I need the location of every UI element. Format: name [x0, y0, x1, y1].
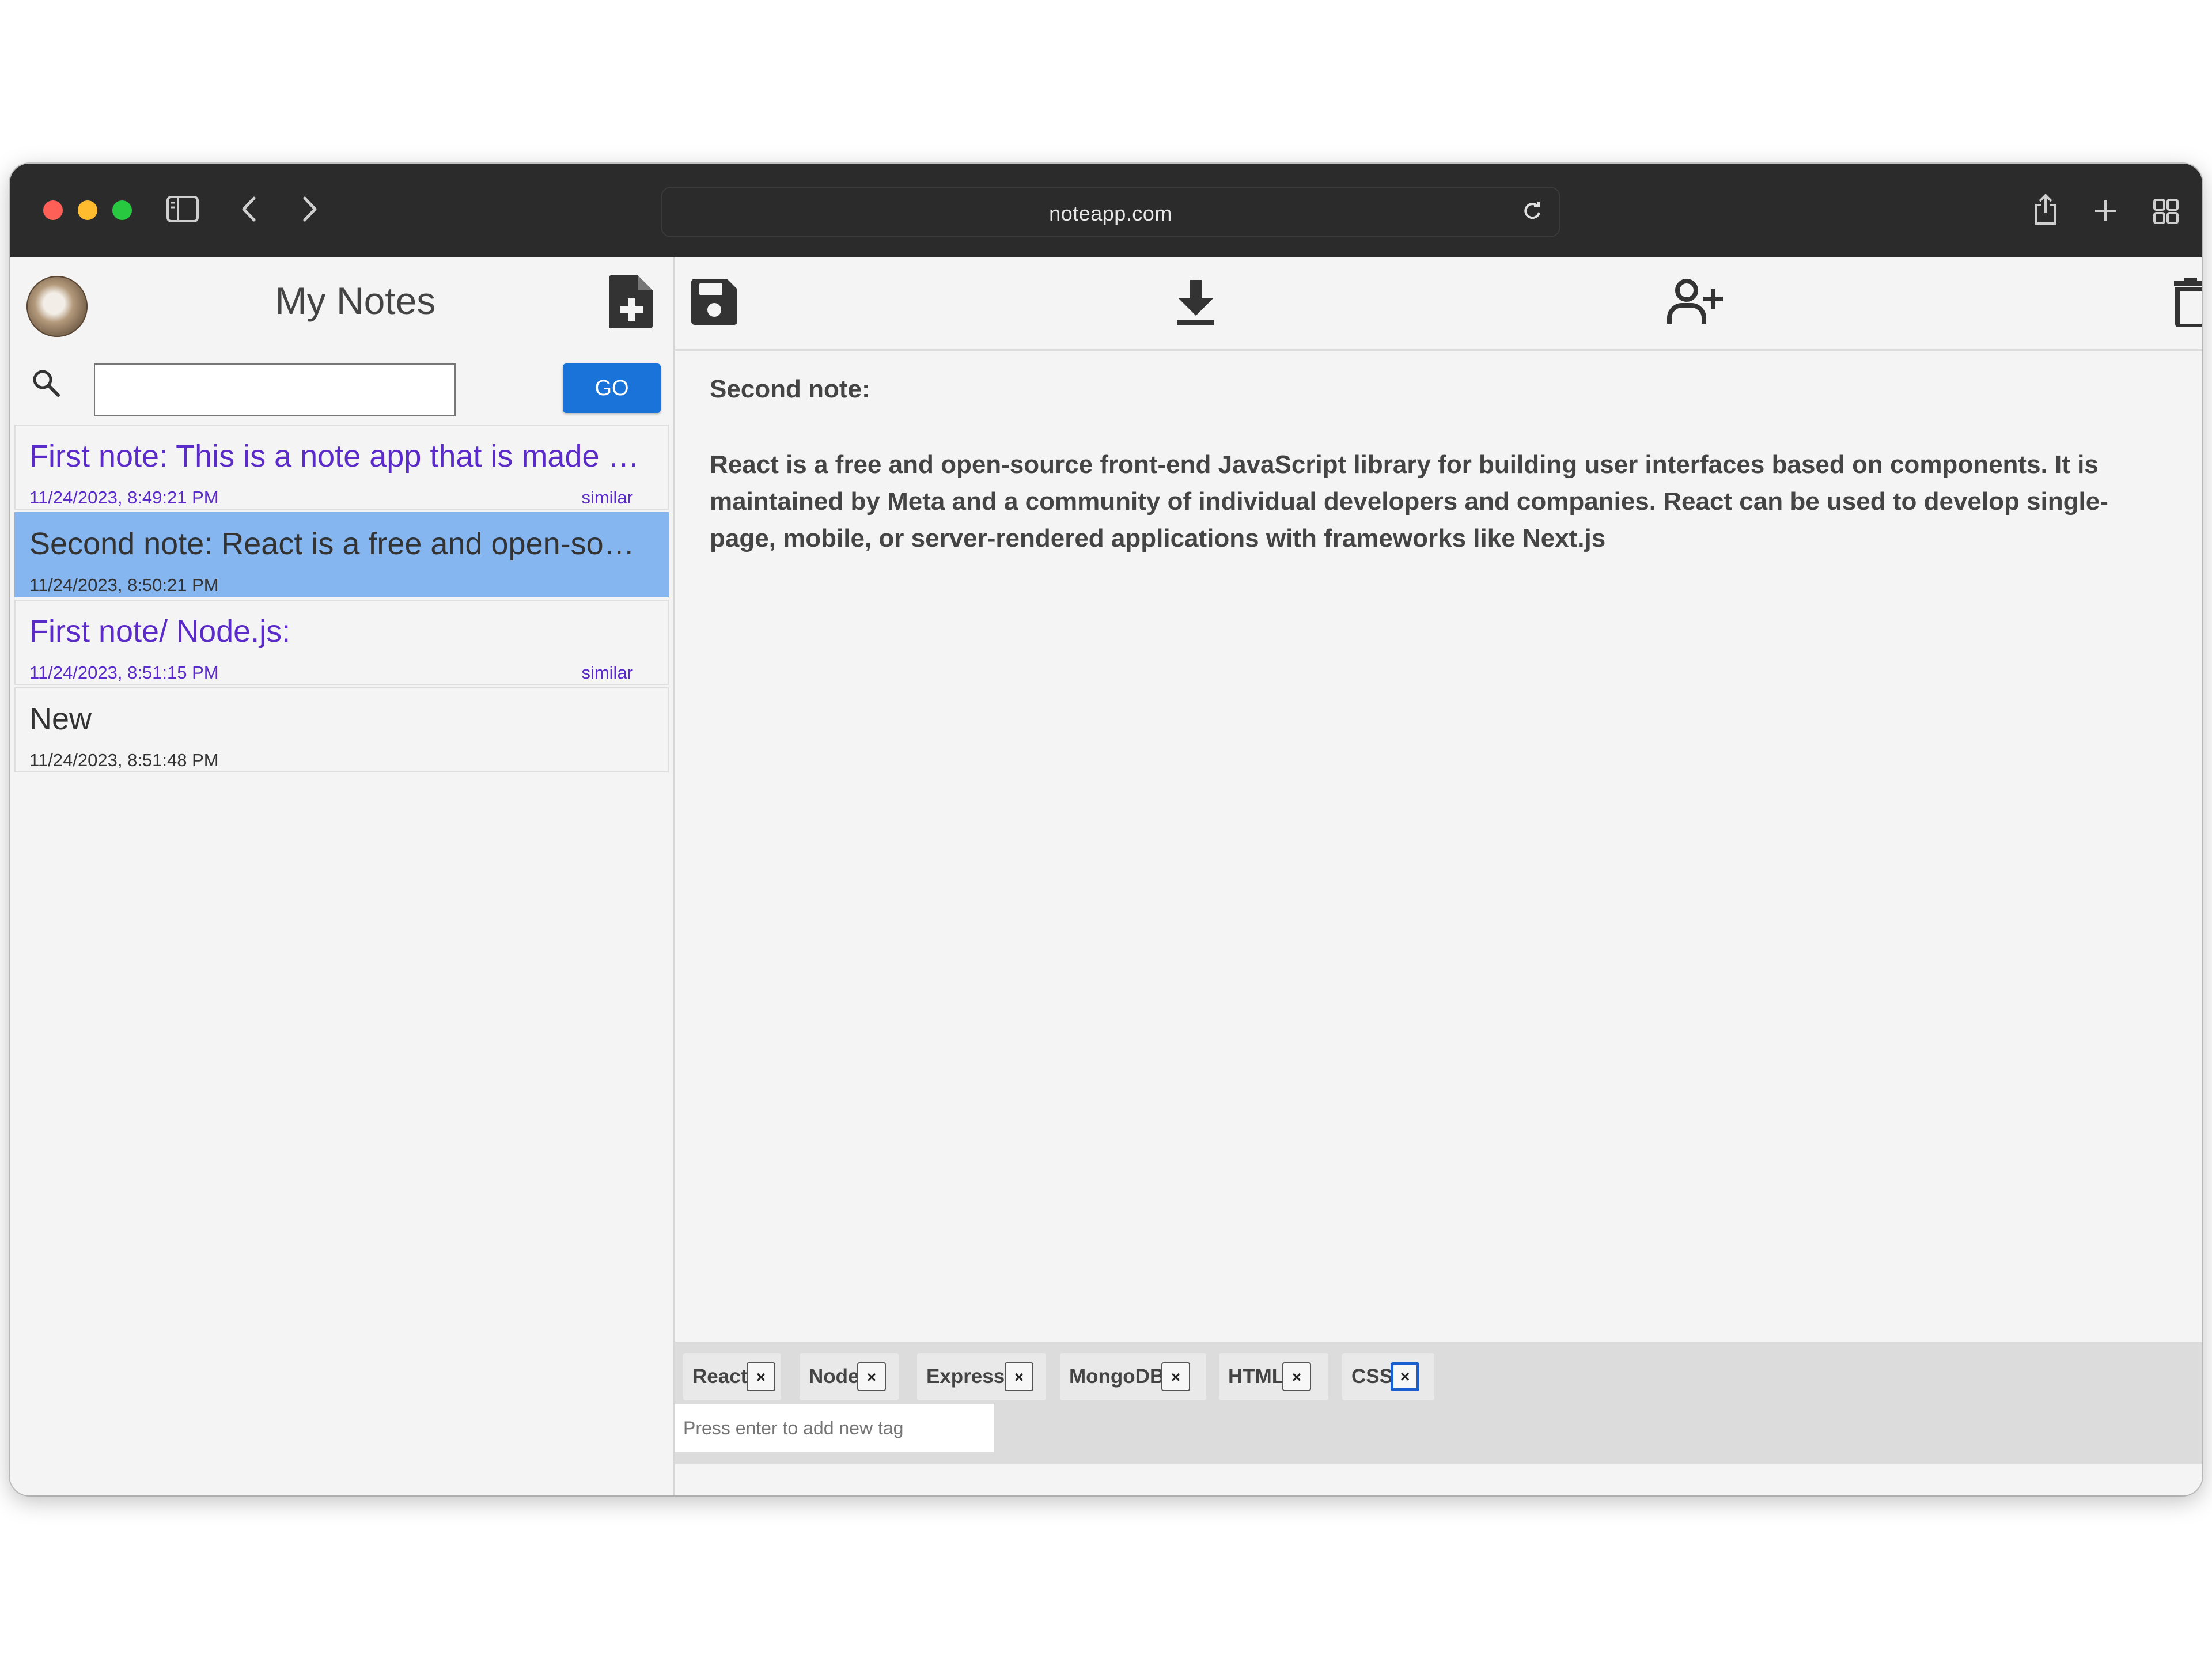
address-bar[interactable]: noteapp.com	[661, 187, 1560, 237]
notes-sidebar: My Notes GO First note: This is a note a…	[10, 257, 675, 1495]
tag-label: CSS	[1351, 1365, 1393, 1388]
minimize-window-button[interactable]	[78, 200, 97, 220]
tag: Express ×	[917, 1353, 1046, 1400]
tag: Node ×	[800, 1353, 899, 1400]
note-date: 11/24/2023, 8:49:21 PM	[29, 487, 219, 507]
remove-tag-button[interactable]: ×	[1161, 1362, 1190, 1391]
remove-tag-button[interactable]: ×	[857, 1362, 886, 1391]
note-date: 11/24/2023, 8:50:21 PM	[29, 575, 219, 595]
note-editor[interactable]: Second note: React is a free and open-so…	[675, 351, 2202, 1342]
note-date: 11/24/2023, 8:51:15 PM	[29, 662, 219, 683]
close-window-button[interactable]	[43, 200, 63, 220]
back-icon[interactable]	[239, 195, 259, 226]
tags-bar: React × Node × Express × MongoDB × HTML …	[675, 1342, 2202, 1463]
forward-icon[interactable]	[300, 195, 320, 226]
tag-label: Express	[926, 1365, 1005, 1388]
browser-window: noteapp.com My Notes GO First note: This…	[10, 164, 2202, 1495]
tag-label: React	[692, 1365, 748, 1388]
note-title: First note/ Node.js:	[29, 614, 291, 649]
list-item[interactable]: First note: This is a note app that is m…	[14, 425, 669, 510]
download-icon[interactable]	[1175, 278, 1217, 329]
similar-link[interactable]: similar	[581, 487, 633, 508]
go-button[interactable]: GO	[563, 363, 661, 413]
page-title: My Notes	[275, 279, 436, 322]
similar-link[interactable]: similar	[581, 662, 633, 683]
remove-tag-button[interactable]: ×	[1005, 1362, 1033, 1391]
search-input[interactable]	[94, 363, 456, 416]
remove-tag-button[interactable]: ×	[1391, 1362, 1419, 1391]
note-date: 11/24/2023, 8:51:48 PM	[29, 750, 219, 770]
share-icon[interactable]	[2033, 194, 2058, 229]
remove-tag-button[interactable]: ×	[747, 1362, 775, 1391]
tag-label: HTML	[1228, 1365, 1285, 1388]
tag-label: Node	[809, 1365, 859, 1388]
new-note-icon[interactable]	[608, 274, 655, 329]
editor-footer	[675, 1463, 2202, 1495]
avatar[interactable]	[26, 276, 88, 337]
list-item-selected[interactable]: Second note: React is a free and open-so…	[14, 512, 669, 597]
trash-icon[interactable]	[2173, 278, 2202, 330]
new-tag-input[interactable]	[675, 1404, 994, 1452]
address-url: noteapp.com	[1049, 202, 1172, 225]
tag: React ×	[683, 1353, 781, 1400]
browser-toolbar: noteapp.com	[10, 164, 2202, 257]
add-user-icon[interactable]	[1666, 278, 1726, 329]
reload-icon[interactable]	[1521, 200, 1543, 225]
maximize-window-button[interactable]	[112, 200, 132, 220]
editor-toolbar	[675, 257, 2202, 351]
save-icon[interactable]	[690, 278, 738, 329]
note-title: New	[29, 702, 92, 736]
notes-list: First note: This is a note app that is m…	[14, 425, 669, 775]
note-title: First note: This is a note app that is m…	[29, 439, 652, 474]
note-body[interactable]: React is a free and open-source front-en…	[710, 446, 2173, 557]
sidebar-toggle-icon[interactable]	[166, 196, 199, 225]
tag: CSS ×	[1342, 1353, 1434, 1400]
tag: HTML ×	[1219, 1353, 1328, 1400]
tag: MongoDB ×	[1060, 1353, 1206, 1400]
search-icon	[31, 368, 62, 402]
note-title: Second note: React is a free and open-so…	[29, 527, 652, 561]
tab-overview-icon[interactable]	[2153, 198, 2179, 228]
list-item[interactable]: First note/ Node.js: 11/24/2023, 8:51:15…	[14, 600, 669, 685]
remove-tag-button[interactable]: ×	[1282, 1362, 1311, 1391]
note-heading[interactable]: Second note:	[710, 375, 870, 404]
list-item[interactable]: New 11/24/2023, 8:51:48 PM	[14, 687, 669, 772]
tag-label: MongoDB	[1069, 1365, 1165, 1388]
new-tab-icon[interactable]	[2093, 198, 2118, 226]
